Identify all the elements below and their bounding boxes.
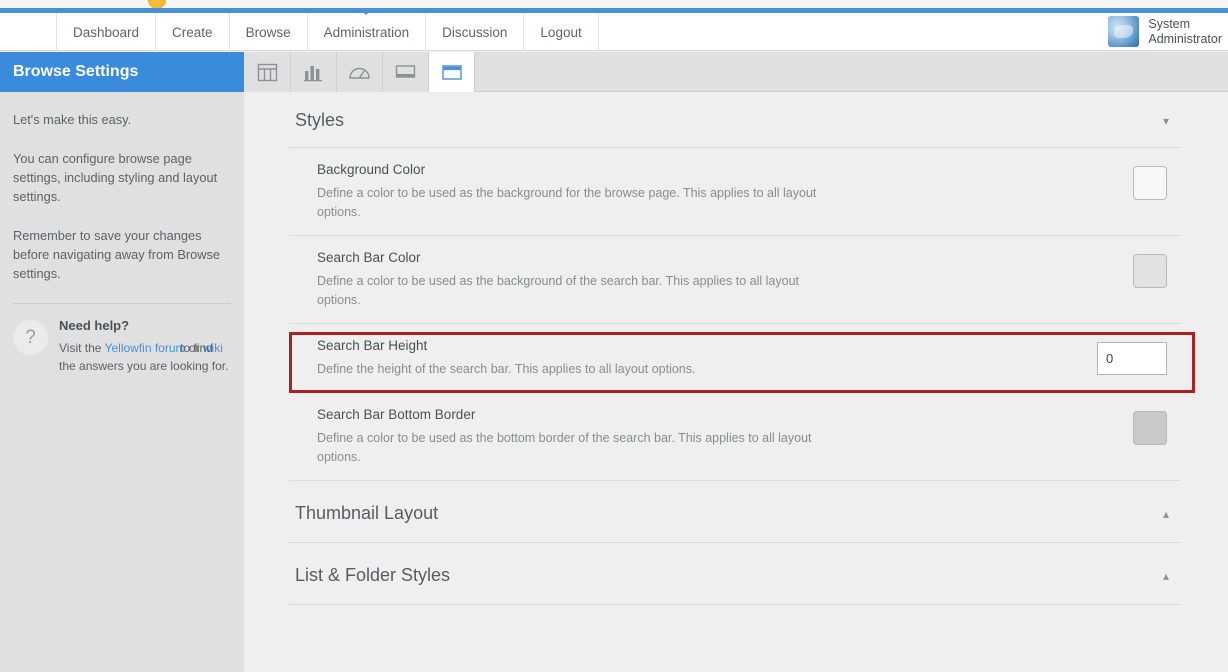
control-slot [1133, 407, 1181, 445]
nav-item-discussion[interactable]: Discussion [425, 13, 523, 51]
chevron-up-icon[interactable]: ▴ [1159, 507, 1173, 521]
nav-item-administration[interactable]: Administration [306, 13, 426, 51]
section-title: Styles [295, 110, 345, 130]
section-header-thumbnail-layout[interactable]: Thumbnail Layout ▴ [289, 481, 1181, 543]
section-title: Thumbnail Layout [295, 503, 439, 523]
user-name: System Administrator [1148, 17, 1222, 47]
setting-text: Background Color Define a color to be us… [317, 162, 837, 222]
search-bar-color-swatch[interactable] [1133, 254, 1167, 288]
control-slot [1133, 250, 1181, 288]
help-text-before: Visit the [59, 341, 105, 355]
gauge-icon [348, 63, 371, 82]
setting-label: Search Bar Height [317, 338, 428, 353]
control-slot [1133, 162, 1181, 200]
presentation-icon [394, 63, 417, 82]
nav-item-label: Discussion [442, 24, 508, 40]
user-second-line: Administrator [1148, 31, 1222, 46]
settings-tabs [245, 52, 475, 92]
table-grid-icon [257, 63, 278, 82]
yellowfin-forum-link[interactable]: Yellowfin forum [105, 341, 186, 355]
setting-row-search-bar-height: Search Bar Height Define the height of t… [289, 324, 1181, 393]
sidebar-divider [13, 303, 231, 304]
help-title: Need help? [59, 318, 130, 333]
settings-panel: Styles ▾ Background Color Define a color… [289, 92, 1181, 605]
report-settings-tab[interactable] [245, 52, 291, 92]
setting-label: Background Color [317, 162, 426, 177]
search-bar-bottom-border-swatch[interactable] [1133, 411, 1167, 445]
setting-description: Define the height of the search bar. Thi… [317, 362, 696, 376]
nav-item-logout[interactable]: Logout [523, 13, 599, 51]
chevron-up-icon[interactable]: ▴ [1159, 569, 1173, 583]
question-mark-icon: ? [13, 320, 48, 355]
setting-text: Search Bar Bottom Border Define a color … [317, 407, 837, 467]
sidebar-intro-2: You can configure browse page settings, … [13, 151, 218, 204]
avatar [1108, 16, 1140, 47]
setting-description: Define a color to be used as the bottom … [317, 431, 812, 464]
top-strip [0, 0, 1228, 9]
setting-label: Search Bar Bottom Border [317, 407, 476, 422]
nav-item-dashboard[interactable]: Dashboard [56, 13, 155, 51]
browser-window-icon [441, 63, 463, 82]
search-bar-height-input[interactable] [1097, 342, 1167, 375]
setting-row-search-bar-bottom-border: Search Bar Bottom Border Define a color … [289, 393, 1181, 481]
user-menu[interactable]: System Administrator [1108, 16, 1222, 47]
nav-item-label: Administration [323, 24, 410, 40]
setting-label: Search Bar Color [317, 250, 421, 265]
nav-item-create[interactable]: Create [155, 13, 229, 51]
help-section: ? Need help? Visit the Yellowfin forum o… [13, 318, 231, 375]
chevron-down-icon[interactable]: ▾ [1159, 114, 1173, 128]
section-title: List & Folder Styles [295, 565, 451, 585]
settings-toolbar: Browse Settings [0, 52, 1228, 92]
sidebar-intro-1: Let's make this easy. [13, 112, 132, 127]
sidebar-intro-3: Remember to save your changes before nav… [13, 228, 220, 281]
browse-settings-tab[interactable] [429, 52, 475, 92]
storyboard-settings-tab[interactable] [383, 52, 429, 92]
nav-item-label: Browse [245, 24, 291, 40]
settings-content: Styles ▾ Background Color Define a color… [244, 92, 1228, 672]
nav-item-label: Create [172, 24, 213, 40]
section-header-list-folder-styles[interactable]: List & Folder Styles ▴ [289, 543, 1181, 605]
help-body: Need help? Visit the Yellowfin forum or … [59, 318, 231, 375]
nav-item-label: Dashboard [73, 24, 140, 40]
dashboard-settings-tab[interactable] [337, 52, 383, 92]
nav-items: Dashboard Create Browse Administration D… [56, 13, 599, 51]
background-color-swatch[interactable] [1133, 166, 1167, 200]
chart-settings-tab[interactable] [291, 52, 337, 92]
help-text: Visit the Yellowfin forum or wiki to fin… [59, 339, 231, 375]
setting-row-search-bar-color: Search Bar Color Define a color to be us… [289, 236, 1181, 324]
nav-item-browse[interactable]: Browse [228, 13, 307, 51]
setting-text: Search Bar Color Define a color to be us… [317, 250, 837, 310]
page-title: Browse Settings [0, 52, 244, 92]
setting-description: Define a color to be used as the backgro… [317, 274, 800, 307]
user-first-line: System [1148, 16, 1191, 31]
section-header-styles[interactable]: Styles ▾ [289, 92, 1181, 148]
sidebar: Let's make this easy. You can configure … [0, 92, 244, 672]
control-slot [1097, 338, 1181, 375]
nav-item-label: Logout [540, 24, 582, 40]
setting-description: Define a color to be used as the backgro… [317, 186, 817, 219]
main-navbar: Dashboard Create Browse Administration D… [0, 13, 1228, 51]
setting-text: Search Bar Height Define the height of t… [317, 338, 695, 379]
setting-row-background-color: Background Color Define a color to be us… [289, 148, 1181, 236]
bar-chart-icon [303, 63, 324, 82]
browse-settings-page: Dashboard Create Browse Administration D… [0, 0, 1228, 672]
